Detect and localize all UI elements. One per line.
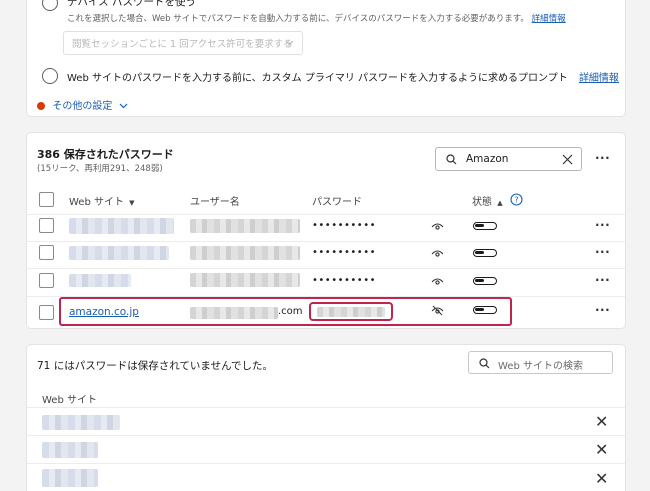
status-toggle[interactable] bbox=[473, 277, 497, 285]
device-password-desc: これを選択した場合、Web サイトでパスワードを自動入力する前に、デバイスのパス… bbox=[67, 14, 529, 24]
custom-password-line: Web サイトのパスワードを入力する前に、カスタム プライマリ パスワードを入力… bbox=[67, 69, 619, 84]
password-search-input[interactable]: Amazon bbox=[466, 153, 508, 165]
row-checkbox[interactable] bbox=[39, 218, 54, 233]
eye-icon[interactable] bbox=[431, 249, 444, 258]
eye-icon[interactable] bbox=[431, 222, 444, 231]
username-redacted bbox=[190, 246, 300, 260]
close-icon[interactable] bbox=[562, 154, 573, 165]
website-redacted bbox=[42, 469, 98, 487]
sort-up-icon: ▲ bbox=[497, 199, 503, 207]
security-settings-card: デバイス パスワードを使う これを選択した場合、Web サイトでパスワードを自動… bbox=[26, 0, 626, 117]
custom-password-radio[interactable] bbox=[42, 68, 58, 84]
never-saved-card: 71 にはパスワードは保存されていませんでした。 Web サイトの検索 Web … bbox=[26, 344, 626, 491]
username-redacted bbox=[190, 273, 300, 287]
status-toggle[interactable] bbox=[473, 222, 497, 230]
chevron-down-icon bbox=[119, 103, 128, 109]
saved-passwords-card: 386 保存されたパスワード (15リーク、再利用291、248弱) Amazo… bbox=[26, 132, 626, 329]
chevron-down-icon bbox=[285, 40, 294, 46]
password-column-header: パスワード bbox=[312, 197, 362, 208]
row-more-icon[interactable]: ··· bbox=[595, 245, 610, 259]
row-checkbox[interactable] bbox=[39, 245, 54, 260]
saved-passwords-more-icon[interactable]: ··· bbox=[595, 151, 610, 165]
status-column-header: 状態 ▲ bbox=[472, 193, 503, 208]
eye-off-icon[interactable] bbox=[431, 305, 444, 316]
amazon-site-link[interactable]: amazon.co.jp bbox=[69, 306, 139, 318]
status-toggle[interactable] bbox=[473, 306, 497, 314]
status-toggle[interactable] bbox=[473, 249, 497, 257]
row-checkbox[interactable] bbox=[39, 305, 54, 320]
website-redacted bbox=[42, 442, 98, 458]
password-search-box[interactable]: Amazon bbox=[435, 147, 582, 171]
device-password-title: デバイス パスワードを使う bbox=[67, 0, 197, 8]
website-column-label: Web サイト bbox=[69, 197, 124, 208]
svg-text:?: ? bbox=[514, 196, 518, 205]
search-icon bbox=[479, 358, 490, 369]
username-redacted bbox=[190, 307, 278, 319]
username-redacted bbox=[190, 219, 300, 233]
device-password-desc-line: これを選択した場合、Web サイトでパスワードを自動入力する前に、デバイスのパス… bbox=[67, 12, 566, 24]
website-redacted bbox=[69, 218, 174, 234]
website-search-input[interactable]: Web サイトの検索 bbox=[498, 357, 583, 372]
sort-down-icon: ▼ bbox=[129, 199, 135, 207]
search-icon bbox=[446, 154, 457, 165]
website-redacted bbox=[69, 246, 169, 260]
row-checkbox[interactable] bbox=[39, 273, 54, 288]
row-more-icon[interactable]: ··· bbox=[595, 303, 610, 317]
website-column-header[interactable]: Web サイト ▼ bbox=[69, 193, 135, 208]
password-masked: •••••••••• bbox=[312, 220, 376, 231]
password-reveal-box bbox=[309, 302, 393, 321]
never-saved-website-header: Web サイト bbox=[42, 395, 97, 406]
remove-icon[interactable]: ✕ bbox=[595, 471, 608, 487]
custom-password-title: Web サイトのパスワードを入力する前に、カスタム プライマリ パスワードを入力… bbox=[67, 73, 568, 84]
custom-password-learn-more-link[interactable]: 詳細情報 bbox=[579, 73, 619, 84]
help-icon[interactable]: ? bbox=[510, 193, 523, 206]
username-column-header: ユーザー名 bbox=[190, 197, 240, 208]
password-masked: •••••••••• bbox=[312, 247, 376, 258]
status-column-label: 状態 bbox=[472, 197, 492, 208]
password-masked: •••••••••• bbox=[312, 275, 376, 286]
permission-dropdown-value: 閲覧セッションごとに 1 回アクセス許可を要求する bbox=[72, 39, 293, 50]
more-settings-label: その他の設定 bbox=[52, 101, 113, 112]
permission-dropdown[interactable]: 閲覧セッションごとに 1 回アクセス許可を要求する bbox=[63, 31, 303, 55]
remove-icon[interactable]: ✕ bbox=[595, 414, 608, 430]
device-password-learn-more-link[interactable]: 詳細情報 bbox=[532, 14, 566, 24]
more-settings-toggle[interactable]: その他の設定 bbox=[37, 97, 128, 112]
eye-icon[interactable] bbox=[431, 277, 444, 286]
device-password-radio[interactable] bbox=[42, 0, 58, 11]
saved-passwords-title: 386 保存されたパスワード bbox=[37, 148, 174, 161]
remove-icon[interactable]: ✕ bbox=[595, 442, 608, 458]
website-search-box[interactable]: Web サイトの検索 bbox=[468, 351, 613, 374]
saved-passwords-subtitle: (15リーク、再利用291、248弱) bbox=[37, 164, 163, 174]
select-all-checkbox[interactable] bbox=[39, 192, 54, 207]
website-redacted bbox=[42, 415, 120, 430]
row-more-icon[interactable]: ··· bbox=[595, 218, 610, 232]
row-more-icon[interactable]: ··· bbox=[595, 273, 610, 287]
username-domain: .com bbox=[278, 306, 303, 317]
never-saved-title: 71 にはパスワードは保存されていませんでした。 bbox=[37, 360, 274, 372]
website-redacted bbox=[69, 274, 131, 287]
warning-icon bbox=[37, 102, 45, 110]
password-redacted bbox=[317, 307, 385, 317]
